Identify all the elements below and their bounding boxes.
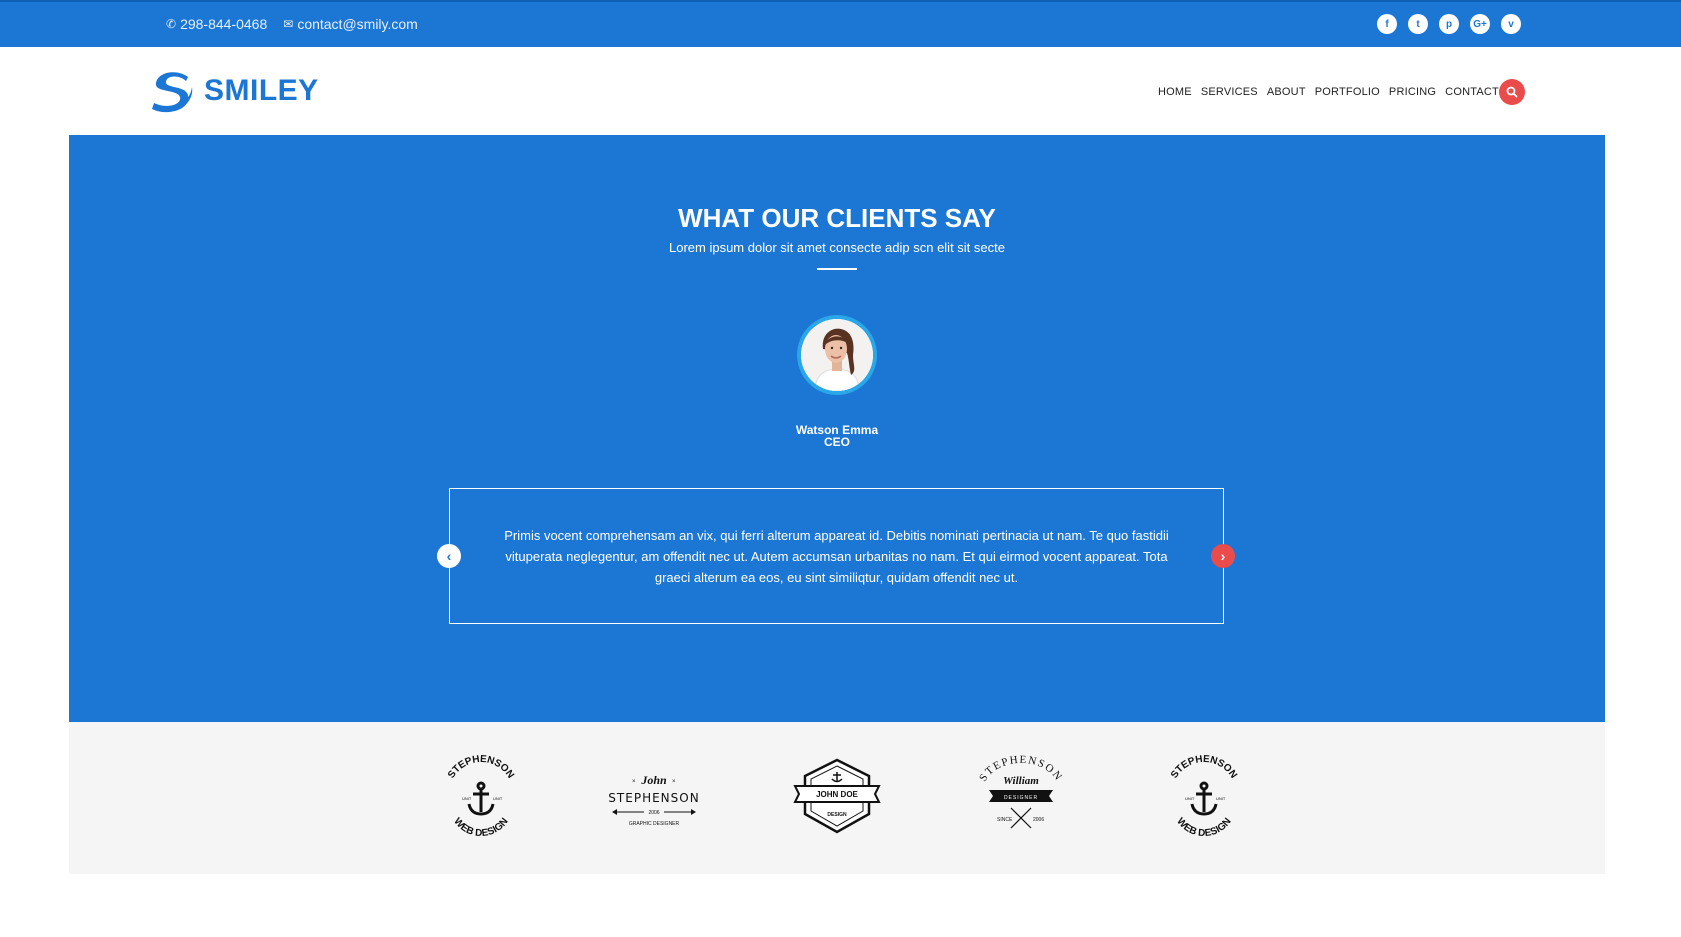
logo-1-bottom-text: WEB DESIGN bbox=[451, 816, 510, 839]
logo-1-top-text: STEPHENSON bbox=[446, 754, 516, 781]
email-contact[interactable]: ✉ contact@smily.com bbox=[283, 16, 418, 32]
client-logo-4[interactable]: STEPHENSON William DESIGNER SINCE 2006 bbox=[971, 752, 1071, 842]
logo-1-right-text: UNIT bbox=[493, 796, 503, 801]
client-logo-1[interactable]: STEPHENSON WEB DESIGN UNIT UNIT bbox=[431, 752, 531, 842]
svg-text:×: × bbox=[632, 779, 636, 785]
phone-icon: ✆ bbox=[166, 17, 177, 31]
section-subtitle: Lorem ipsum dolor sit amet consecte adip… bbox=[669, 240, 1005, 255]
logo-2-script: John bbox=[640, 773, 667, 787]
client-logos-strip: STEPHENSON WEB DESIGN UNIT UNIT John × ×… bbox=[69, 722, 1605, 874]
google-plus-icon[interactable]: G+ bbox=[1470, 14, 1490, 34]
testimonial-quote: Primis vocent comprehensam an vix, qui f… bbox=[504, 527, 1169, 585]
twitter-icon[interactable]: t bbox=[1408, 14, 1428, 34]
logo-s-icon bbox=[152, 72, 193, 113]
site-header: SMILEY HOME SERVICES ABOUT PORTFOLIO PRI… bbox=[0, 47, 1681, 135]
main-nav: HOME SERVICES ABOUT PORTFOLIO PRICING CO… bbox=[1158, 86, 1518, 98]
client-logo-2[interactable]: John × × STEPHENSON 2006 GRAPHIC DESIGNE… bbox=[604, 752, 704, 842]
nav-about[interactable]: ABOUT bbox=[1267, 86, 1306, 98]
client-logo-3[interactable]: JOHN DOE DESIGN bbox=[787, 752, 887, 842]
svg-text:×: × bbox=[672, 779, 676, 785]
client-avatar bbox=[797, 315, 877, 395]
prev-arrow-button[interactable]: ‹ bbox=[437, 544, 461, 568]
nav-services[interactable]: SERVICES bbox=[1201, 86, 1258, 98]
logo-1-left-text: UNIT bbox=[462, 796, 472, 801]
logo-4-year: 2006 bbox=[1033, 817, 1044, 823]
anchor-icon bbox=[1190, 781, 1218, 816]
envelope-icon: ✉ bbox=[283, 17, 294, 31]
svg-text:STEPHENSON: STEPHENSON bbox=[446, 754, 516, 781]
testimonials-section: WHAT OUR CLIENTS SAY Lorem ipsum dolor s… bbox=[69, 135, 1605, 722]
next-arrow-button[interactable]: › bbox=[1211, 544, 1235, 568]
svg-text:WEB DESIGN: WEB DESIGN bbox=[451, 816, 510, 839]
section-title: WHAT OUR CLIENTS SAY bbox=[678, 203, 996, 233]
site-logo[interactable]: SMILEY bbox=[148, 69, 319, 113]
facebook-icon[interactable]: f bbox=[1377, 14, 1397, 34]
logo-5-left-text: UNIT bbox=[1185, 796, 1195, 801]
logo-2-name: STEPHENSON bbox=[608, 791, 699, 805]
vimeo-icon[interactable]: v bbox=[1501, 14, 1521, 34]
logo-4-banner: DESIGNER bbox=[1004, 795, 1038, 801]
phone-number: 298-844-0468 bbox=[180, 16, 268, 32]
svg-text:STEPHENSON: STEPHENSON bbox=[1169, 754, 1239, 781]
anchor-icon bbox=[467, 781, 495, 816]
logo-4-script: William bbox=[1003, 775, 1039, 787]
nav-pricing[interactable]: PRICING bbox=[1389, 86, 1436, 98]
title-divider bbox=[817, 268, 857, 270]
logo-3-name: JOHN DOE bbox=[816, 790, 858, 799]
phone-contact[interactable]: ✆ 298-844-0468 bbox=[166, 16, 267, 32]
search-button[interactable] bbox=[1499, 79, 1525, 105]
logo-text: SMILEY bbox=[204, 74, 319, 107]
client-photo bbox=[801, 319, 873, 391]
email-address: contact@smily.com bbox=[297, 16, 418, 32]
logo-2-year: 2006 bbox=[648, 810, 659, 816]
client-logo-5[interactable]: STEPHENSON WEB DESIGN UNIT UNIT bbox=[1154, 752, 1254, 842]
nav-portfolio[interactable]: PORTFOLIO bbox=[1315, 86, 1380, 98]
testimonial-card: Primis vocent comprehensam an vix, qui f… bbox=[449, 488, 1224, 624]
svg-text:WEB DESIGN: WEB DESIGN bbox=[1174, 816, 1233, 839]
client-role: CEO bbox=[823, 435, 850, 449]
top-bar: ✆ 298-844-0468 ✉ contact@smily.com f t p… bbox=[0, 0, 1681, 47]
pinterest-icon[interactable]: p bbox=[1439, 14, 1459, 34]
logo-2-role: GRAPHIC DESIGNER bbox=[629, 821, 680, 827]
nav-home[interactable]: HOME bbox=[1158, 86, 1192, 98]
logo-3-role: DESIGN bbox=[827, 812, 847, 818]
logo-4-since: SINCE bbox=[997, 817, 1013, 823]
social-links: f t p G+ v bbox=[1377, 14, 1521, 34]
search-icon bbox=[1506, 86, 1518, 98]
contact-info: ✆ 298-844-0468 ✉ contact@smily.com bbox=[166, 16, 418, 32]
logo-5-right-text: UNIT bbox=[1216, 796, 1226, 801]
logo-5-top-text: STEPHENSON bbox=[1169, 754, 1239, 781]
logo-5-bottom-text: WEB DESIGN bbox=[1174, 816, 1233, 839]
